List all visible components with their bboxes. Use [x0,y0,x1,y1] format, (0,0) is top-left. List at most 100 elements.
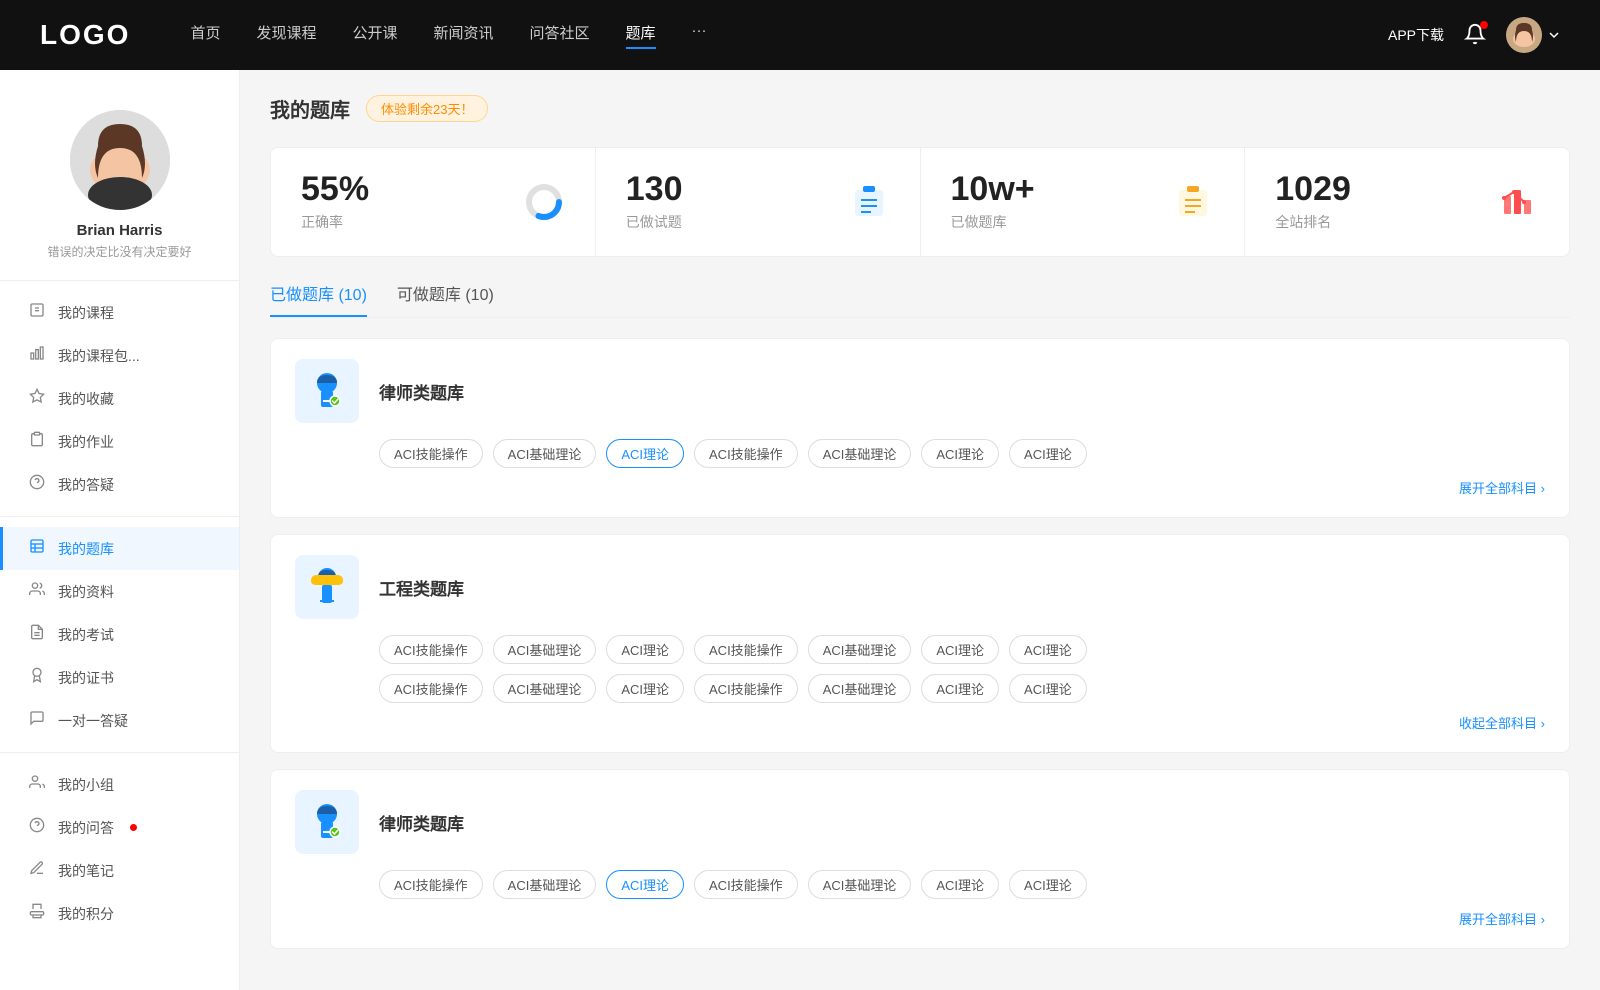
sidebar-item-exam[interactable]: 我的考试 [0,613,239,656]
sidebar-label-profile: 我的资料 [58,582,114,602]
bank-tag[interactable]: ACI理论 [921,870,999,899]
bank-tag[interactable]: ACI技能操作 [379,870,483,899]
bank-tag[interactable]: ACI基础理论 [493,870,597,899]
nav-discover[interactable]: 发现课程 [256,22,316,49]
bar-chart-red-icon [1497,181,1539,223]
stat-accuracy: 55% 正确率 [271,148,596,256]
collapse-btn[interactable]: 收起全部科目 › [1459,713,1545,732]
bank-tag[interactable]: ACI技能操作 [379,635,483,664]
sidebar-item-tutor[interactable]: 一对一答疑 [0,699,239,742]
stat-rank: 1029 全站排名 [1245,148,1569,256]
nav-home[interactable]: 首页 [190,22,220,49]
stat-rank-label: 全站排名 [1275,212,1481,232]
page-header: 我的题库 体验剩余23天！ [270,94,1570,123]
sidebar-item-favorites[interactable]: 我的收藏 [0,377,239,420]
nav-questionbank[interactable]: 题库 [626,22,656,49]
bank-tag[interactable]: ACI基础理论 [493,439,597,468]
stat-done-info: 130 已做试题 [626,172,832,232]
bank-tag[interactable]: ACI技能操作 [379,439,483,468]
bank-card-lawyer-2: 律师类题库 ACI技能操作 ACI基础理论 ACI理论 ACI技能操作 ACI基… [270,769,1570,949]
tab-available[interactable]: 可做题库 (10) [397,281,494,317]
bank-tag[interactable]: ACI技能操作 [694,674,798,703]
bank-tag[interactable]: ACI理论 [1009,439,1087,468]
sidebar-label-qa: 我的答疑 [58,475,114,495]
bank-tag[interactable]: ACI理论 [921,674,999,703]
star-icon [28,388,46,409]
sidebar-item-group[interactable]: 我的小组 [0,763,239,806]
sidebar-item-certificate[interactable]: 我的证书 [0,656,239,699]
myqa-dot [130,824,137,831]
bank-tags-3: ACI技能操作 ACI基础理论 ACI理论 ACI技能操作 ACI基础理论 AC… [379,870,1545,899]
sidebar-item-notes[interactable]: 我的笔记 [0,849,239,892]
question-icon [28,817,46,838]
sidebar-item-profile[interactable]: 我的资料 [0,570,239,613]
stat-banks-value: 10w+ [951,172,1157,206]
expand-btn-1[interactable]: 展开全部科目 › [1459,478,1545,497]
stat-accuracy-label: 正确率 [301,212,507,232]
clipboard-icon [28,431,46,452]
bank-tag[interactable]: ACI理论 [921,635,999,664]
bank-card-header-1: 律师类题库 [295,359,1545,423]
bank-card-engineer: 工程类题库 ACI技能操作 ACI基础理论 ACI理论 ACI技能操作 ACI基… [270,534,1570,753]
bank-tag[interactable]: ACI技能操作 [694,635,798,664]
sidebar-label-exam: 我的考试 [58,625,114,645]
stat-done-label: 已做试题 [626,212,832,232]
sidebar-item-courses[interactable]: 我的课程 [0,291,239,334]
bank-tag[interactable]: ACI基础理论 [808,635,912,664]
bank-card-header-2: 工程类题库 [295,555,1545,619]
sidebar-item-qa[interactable]: 我的答疑 [0,463,239,506]
bank-tag[interactable]: ACI基础理论 [493,635,597,664]
tab-done[interactable]: 已做题库 (10) [270,281,367,317]
sidebar-item-homework[interactable]: 我的作业 [0,420,239,463]
sidebar-label-course-pack: 我的课程包... [58,346,140,366]
bank-tag[interactable]: ACI理论 [1009,674,1087,703]
clipboard-blue-icon [848,181,890,223]
bank-tag-active[interactable]: ACI理论 [606,870,684,899]
bank-tag[interactable]: ACI技能操作 [379,674,483,703]
bank-tag-active[interactable]: ACI理论 [606,439,684,468]
nav-more[interactable]: ··· [692,22,707,49]
bank-tag[interactable]: ACI理论 [1009,870,1087,899]
bank-tag[interactable]: ACI理论 [606,635,684,664]
nav-news[interactable]: 新闻资讯 [434,22,494,49]
stat-done-value: 130 [626,172,832,206]
pen-icon [28,860,46,881]
bank-tag[interactable]: ACI技能操作 [694,439,798,468]
stat-done-questions: 130 已做试题 [596,148,921,256]
expand-btn-3[interactable]: 展开全部科目 › [1459,909,1545,928]
main-content: 我的题库 体验剩余23天！ 55% 正确率 130 [240,70,1600,990]
sidebar-item-myqa[interactable]: 我的问答 [0,806,239,849]
notification-bell[interactable] [1464,23,1486,48]
sidebar-profile: Brian Harris 错误的决定比没有决定要好 [0,90,239,270]
bank-tag[interactable]: ACI基础理论 [808,674,912,703]
chat-icon [28,710,46,731]
bank-tag[interactable]: ACI基础理论 [493,674,597,703]
bank-tag[interactable]: ACI技能操作 [694,870,798,899]
sidebar: Brian Harris 错误的决定比没有决定要好 我的课程 我的课程包... … [0,70,240,990]
bar-chart-icon [28,345,46,366]
bell-dot [1480,21,1488,29]
bank-tag[interactable]: ACI理论 [1009,635,1087,664]
nav-qa[interactable]: 问答社区 [530,22,590,49]
bank-tag[interactable]: ACI基础理论 [808,870,912,899]
bank-tag[interactable]: ACI基础理论 [808,439,912,468]
bank-tags-2: ACI技能操作 ACI基础理论 ACI理论 ACI技能操作 ACI基础理论 AC… [379,635,1545,664]
navbar-user[interactable] [1506,17,1560,53]
donut-icon [523,181,565,223]
bank-footer-1: 展开全部科目 › [295,478,1545,497]
bank-card-lawyer-1: 律师类题库 ACI技能操作 ACI基础理论 ACI理论 ACI技能操作 ACI基… [270,338,1570,518]
trial-badge: 体验剩余23天！ [366,95,488,122]
app-download-label[interactable]: APP下载 [1388,25,1444,45]
sidebar-item-points[interactable]: 我的积分 [0,892,239,935]
question-bank-tabs: 已做题库 (10) 可做题库 (10) [270,281,1570,318]
stat-accuracy-info: 55% 正确率 [301,172,507,232]
bank-tag[interactable]: ACI理论 [606,674,684,703]
sidebar-item-course-pack[interactable]: 我的课程包... [0,334,239,377]
sidebar-item-questionbank[interactable]: 我的题库 [0,527,239,570]
clipboard-yellow-icon [1172,181,1214,223]
bank-tag[interactable]: ACI理论 [921,439,999,468]
sidebar-divider3 [0,752,239,753]
navbar: LOGO 首页 发现课程 公开课 新闻资讯 问答社区 题库 ··· APP下载 [0,0,1600,70]
nav-open[interactable]: 公开课 [352,22,397,49]
bank-tags-1: ACI技能操作 ACI基础理论 ACI理论 ACI技能操作 ACI基础理论 AC… [379,439,1545,468]
